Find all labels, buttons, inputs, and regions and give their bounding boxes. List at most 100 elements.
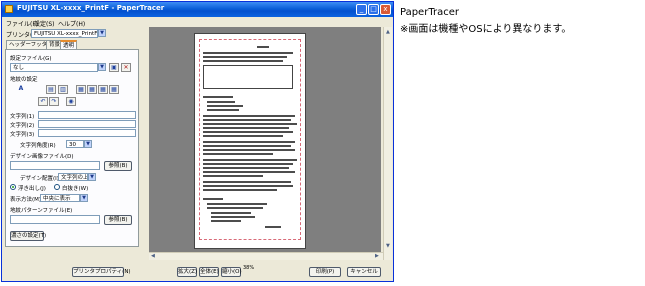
browse-design-button[interactable]: 参照(B) [104,161,132,171]
printer-properties-button[interactable]: プリンタプロパティ(N) [72,267,131,277]
print-button[interactable]: 印刷(P) [309,267,341,277]
settings-panel: 設定ファイル(G) なし ▼ ▣ ✕ 地紋の設定 A ▤ ▥ ▦ ▦ ▦ ▦ ↶… [5,49,139,247]
emboss-radio[interactable] [10,184,16,190]
scroll-left-icon[interactable]: ◀ [151,253,155,259]
document-text-line [207,105,243,107]
document-text-line [203,119,291,121]
design-file-label: デザイン画像ファイル(D) [10,154,74,160]
document-text-line [203,159,297,161]
window-title: FUJITSU XL-xxxx_PrintF - PaperTracer [17,4,165,12]
text-angle-select[interactable]: 30 [66,140,84,148]
paper-preview [194,33,306,249]
document-text-line [211,216,255,218]
zoom-out-button[interactable]: 縮小(O) [221,267,242,277]
preview-icon[interactable]: ◉ [66,97,76,106]
font-icon[interactable]: A [16,85,26,94]
document-text-line [203,96,233,98]
document-text-line [203,185,293,187]
document-text-line [203,52,293,54]
app-icon [5,5,13,13]
rotate-right-icon[interactable]: ↷ [49,97,59,106]
document-text-line [207,101,235,103]
document-text-line [207,203,267,205]
text2-input[interactable] [38,120,136,128]
image-icon[interactable]: ▤ [46,85,56,94]
menu-settings[interactable]: 設定(S) [34,19,55,28]
text2-label: 文字列(2) [10,123,35,129]
text3-input[interactable] [38,129,136,137]
fit-all-button[interactable]: 全体(E) [199,267,219,277]
preview-area[interactable] [149,27,381,260]
text1-input[interactable] [38,111,136,119]
document-text-line [203,175,263,177]
chevron-down-icon[interactable]: ▼ [88,173,96,181]
document-text-line [203,131,293,133]
document-text-line [207,207,263,209]
document-text-line [203,123,297,125]
text1-label: 文字列(1) [10,114,35,120]
caption-note: ※画面は機種やOSにより異なります。 [400,24,572,35]
outline-radio[interactable] [54,184,60,190]
title-bar[interactable]: FUJITSU XL-xxxx_PrintF - PaperTracer _ □… [2,2,393,17]
horizontal-scrollbar[interactable]: ◀ ▶ [149,252,383,260]
menu-help[interactable]: ヘルプ(H) [58,19,85,28]
document-text-line [203,141,295,143]
document-text-line [203,167,289,169]
chevron-down-icon[interactable]: ▼ [80,194,88,202]
align-right-icon[interactable]: ▦ [98,85,108,94]
density-settings-button[interactable]: 濃さの設定(T) [10,231,46,241]
close-button[interactable]: x [380,4,391,15]
pattern-file-label: 地紋パターンファイル(E) [10,208,73,214]
settings-file-select[interactable]: なし [10,63,98,72]
document-text-line [203,145,291,147]
app-window: FUJITSU XL-xxxx_PrintF - PaperTracer _ □… [1,1,394,282]
maximize-button[interactable]: □ [368,4,379,15]
document-text-line [203,60,283,62]
printer-select[interactable]: FUJITSU XL-xxxx_PrintF [31,29,98,38]
settings-file-label: 設定ファイル(G) [10,56,52,62]
text-angle-label: 文字列角度(R) [20,143,56,149]
document-box [203,65,293,89]
zoom-level: 38% [243,265,255,271]
browse-pattern-button[interactable]: 参照(B) [104,215,132,225]
document-text-line [203,56,287,58]
document-text-line [203,181,291,183]
document-text-line [203,171,295,173]
bottom-bar: プリンタプロパティ(N) 拡大(Z) 全体(E) 縮小(O) 38% 印刷(P)… [2,262,393,281]
document-text-line [265,226,281,228]
minimize-button[interactable]: _ [356,4,367,15]
document-text-line [203,149,295,151]
document-text-line [207,109,239,111]
delete-icon[interactable]: ✕ [121,63,131,72]
document-text-line [203,198,223,200]
document-heading-line [257,46,269,48]
document-text-line [203,153,273,155]
scroll-right-icon[interactable]: ▶ [375,253,379,259]
text3-label: 文字列(3) [10,132,35,138]
save-icon[interactable]: ▣ [109,63,119,72]
scroll-up-icon[interactable]: ▲ [386,29,390,35]
pattern-settings-label: 地紋の設定 [10,77,38,83]
align-left-icon[interactable]: ▦ [76,85,86,94]
scroll-down-icon[interactable]: ▼ [386,243,390,249]
document-text-line [203,115,295,117]
image-edit-icon[interactable]: ▥ [58,85,68,94]
zoom-in-button[interactable]: 拡大(Z) [177,267,197,277]
display-method-select[interactable]: 中央に表示 [40,194,80,202]
chevron-down-icon[interactable]: ▼ [98,29,106,37]
document-text-line [211,220,241,222]
vertical-scrollbar[interactable]: ▲ ▼ [383,27,392,260]
pattern-file-input[interactable] [10,215,100,224]
design-file-input[interactable] [10,161,100,170]
align-center-icon[interactable]: ▦ [87,85,97,94]
rotate-left-icon[interactable]: ↶ [38,97,48,106]
chevron-down-icon[interactable]: ▼ [84,140,92,148]
align-justify-icon[interactable]: ▦ [109,85,119,94]
chevron-down-icon[interactable]: ▼ [98,63,106,71]
design-layout-select[interactable]: 文字列の上 [58,173,88,181]
cancel-button[interactable]: キャンセル [347,267,381,277]
document-text-line [203,135,283,137]
outline-label: 白抜き(W) [62,186,89,192]
caption-title: PaperTracer [400,7,459,18]
design-layout-label: デザイン配置(I) [20,176,59,182]
